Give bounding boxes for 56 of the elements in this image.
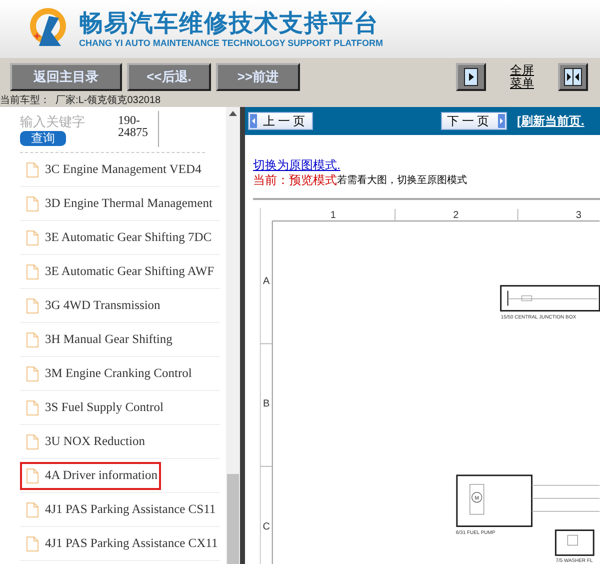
- row-letter: B: [263, 398, 270, 410]
- column-number: 2: [453, 210, 459, 221]
- document-icon: [26, 502, 39, 518]
- site-title: 畅易汽车维修技术支持平台: [79, 10, 380, 38]
- manual-list-item[interactable]: 4A Driver information: [20, 462, 162, 490]
- fullscreen-menu-link[interactable]: 全屏菜单: [508, 64, 536, 90]
- split-view-button[interactable]: [558, 62, 588, 90]
- document-icon: [26, 332, 39, 348]
- nav-button[interactable]: >>前进: [216, 62, 300, 90]
- manual-list-item[interactable]: 3U NOX Reduction: [20, 428, 149, 456]
- manual-list-item[interactable]: 3M Engine Cranking Control: [20, 360, 196, 388]
- column-number: 1: [330, 210, 336, 221]
- current-mode-label: 当前：预览模式: [253, 172, 337, 187]
- refresh-link[interactable]: [刷新当前页.: [517, 112, 584, 130]
- manual-list-item[interactable]: 3E Automatic Gear Shifting 7DC: [20, 224, 216, 252]
- vehicle-info-bar: 当前车型： 厂家:L-领克领克032018: [0, 95, 600, 107]
- document-icon: [26, 298, 39, 314]
- manual-list-item[interactable]: 3D Engine Thermal Management: [20, 190, 216, 218]
- mode-hint: 若需看大图，切换至原图模式: [337, 174, 467, 187]
- document-icon: [26, 400, 39, 416]
- washer-drawing: [554, 529, 594, 556]
- manual-list-item[interactable]: 3H Manual Gear Shifting: [20, 326, 176, 354]
- row-letter: A: [263, 276, 270, 287]
- part-number: 190-24875: [118, 114, 149, 138]
- keyword-field[interactable]: 输入关键字: [20, 111, 102, 131]
- manual-list-item[interactable]: 3G 4WD Transmission: [20, 292, 164, 320]
- document-icon: [26, 264, 39, 280]
- next-page-button[interactable]: 下一页: [441, 112, 507, 130]
- document-icon: [26, 230, 39, 246]
- search-button[interactable]: 查询: [20, 131, 66, 146]
- manual-list-item[interactable]: 4J1 PAS Parking Assistance CX11: [20, 530, 222, 558]
- arrow-right-icon: [464, 68, 478, 86]
- manual-list-item[interactable]: 3E Automatic Gear Shifting AWF: [20, 258, 218, 286]
- scroll-up-icon: [229, 111, 237, 116]
- manual-list-item[interactable]: 3S Fuel Supply Control: [20, 394, 168, 422]
- document-icon: [26, 434, 39, 450]
- document-icon: [26, 366, 39, 382]
- manual-list-item[interactable]: 3C Engine Management VED4: [20, 156, 206, 184]
- column-number: 3: [576, 210, 582, 221]
- document-icon: [26, 536, 39, 552]
- scrollbar[interactable]: [226, 107, 240, 564]
- split-arrows-icon: [564, 68, 582, 86]
- site-subtitle: CHANG YI AUTO MAINTENANCE TECHNOLOGY SUPPORT PLATFORM: [79, 38, 384, 48]
- manual-list-item[interactable]: 4J1 PAS Parking Assistance CS11: [20, 496, 220, 524]
- scroll-thumb[interactable]: [227, 474, 239, 564]
- switch-mode-link[interactable]: 切换为原图模式.: [253, 156, 600, 173]
- arrow-left-icon: [250, 114, 257, 128]
- sidebar-toggle-button[interactable]: [456, 62, 486, 90]
- nav-button[interactable]: 返回主目录: [10, 62, 122, 90]
- previous-page-button[interactable]: 上一页: [248, 112, 313, 130]
- document-icon: [26, 162, 39, 178]
- document-icon: [26, 468, 39, 484]
- document-icon: [26, 196, 39, 212]
- row-letter: C: [262, 521, 270, 532]
- nav-button[interactable]: <<后退.: [127, 62, 211, 90]
- arrow-right-icon: [498, 114, 505, 128]
